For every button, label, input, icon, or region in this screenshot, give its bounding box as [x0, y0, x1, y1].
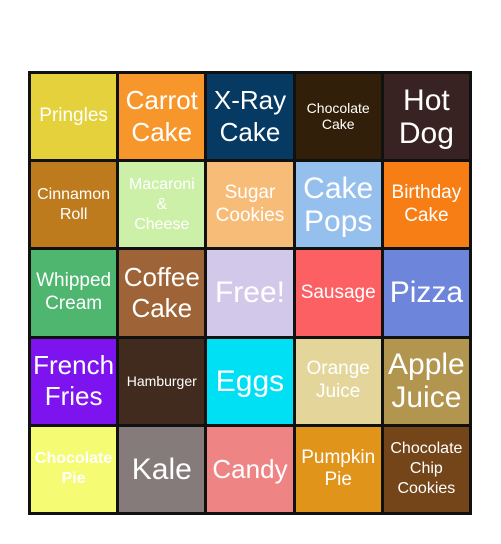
- bingo-cell-label: French Fries: [33, 350, 115, 412]
- bingo-cell[interactable]: Pumpkin Pie: [295, 426, 381, 512]
- bingo-cell[interactable]: Birthday Cake: [383, 162, 469, 248]
- bingo-cell-label: Hamburger: [126, 372, 197, 389]
- bingo-cell[interactable]: Macaroni & Cheese: [119, 162, 205, 248]
- bingo-cell[interactable]: Apple Juice: [383, 338, 469, 424]
- bingo-cell[interactable]: Chocolate Chip Cookies: [383, 426, 469, 512]
- bingo-cell-label: Free!: [214, 276, 285, 310]
- bingo-cell-label: Hot Dog: [398, 83, 454, 150]
- bingo-cell[interactable]: Sugar Cookies: [207, 162, 293, 248]
- bingo-cell-label: Sugar Cookies: [215, 181, 285, 226]
- bingo-cell[interactable]: Free!: [207, 250, 293, 336]
- bingo-cell[interactable]: Chocolate Cake: [295, 74, 381, 160]
- bingo-cell-label: Chocolate Cake: [306, 100, 370, 132]
- bingo-cell-label: Candy: [212, 453, 288, 484]
- bingo-cell[interactable]: Pizza: [383, 250, 469, 336]
- bingo-cell-label: X-Ray Cake: [213, 85, 287, 147]
- bingo-cell-label: Pringles: [39, 105, 108, 127]
- bingo-cell-label: Whipped Cream: [36, 270, 112, 314]
- bingo-cell-label: Coffee Cake: [123, 261, 200, 323]
- bingo-cell-label: Kale: [131, 452, 192, 486]
- bingo-cell-label: Eggs: [215, 364, 285, 398]
- bingo-cell[interactable]: Cake Pops: [295, 162, 381, 248]
- bingo-cell-label: Sausage: [300, 281, 376, 303]
- bingo-cell[interactable]: Coffee Cake: [119, 250, 205, 336]
- bingo-cell-label: Pumpkin Pie: [301, 446, 376, 491]
- bingo-cell[interactable]: Hot Dog: [383, 74, 469, 160]
- bingo-cell-label: Carrot Cake: [125, 85, 198, 147]
- bingo-cell[interactable]: French Fries: [31, 338, 117, 424]
- bingo-cell[interactable]: Pringles: [31, 74, 117, 160]
- bingo-cell-label: Cake Pops: [303, 171, 374, 238]
- bingo-card: Pringles Carrot Cake X-Ray Cake Chocolate C…: [28, 71, 472, 515]
- bingo-cell[interactable]: Whipped Cream: [31, 250, 117, 336]
- bingo-cell[interactable]: X-Ray Cake: [207, 74, 293, 160]
- bingo-cell[interactable]: Chocolate Pie: [31, 426, 117, 512]
- bingo-cell[interactable]: Eggs: [207, 338, 293, 424]
- bingo-cell[interactable]: Candy: [207, 426, 293, 512]
- bingo-cell-label: Chocolate Pie: [34, 450, 113, 488]
- bingo-cell-label: Macaroni & Cheese: [128, 175, 195, 233]
- bingo-cell[interactable]: Orange Juice: [295, 338, 381, 424]
- bingo-cell[interactable]: Cinnamon Roll: [31, 162, 117, 248]
- bingo-cell[interactable]: Kale: [119, 426, 205, 512]
- bingo-cell[interactable]: Carrot Cake: [119, 74, 205, 160]
- bingo-cell-label: Chocolate Chip Cookies: [390, 440, 463, 498]
- bingo-cell[interactable]: Hamburger: [119, 338, 205, 424]
- bingo-cell-label: Cinnamon Roll: [37, 185, 111, 223]
- bingo-cell[interactable]: Sausage: [295, 250, 381, 336]
- bingo-cell-label: Orange Juice: [306, 358, 370, 403]
- bingo-cell-label: Apple Juice: [388, 348, 465, 415]
- bingo-cell-label: Birthday Cake: [391, 181, 462, 226]
- bingo-cell-label: Pizza: [389, 276, 464, 310]
